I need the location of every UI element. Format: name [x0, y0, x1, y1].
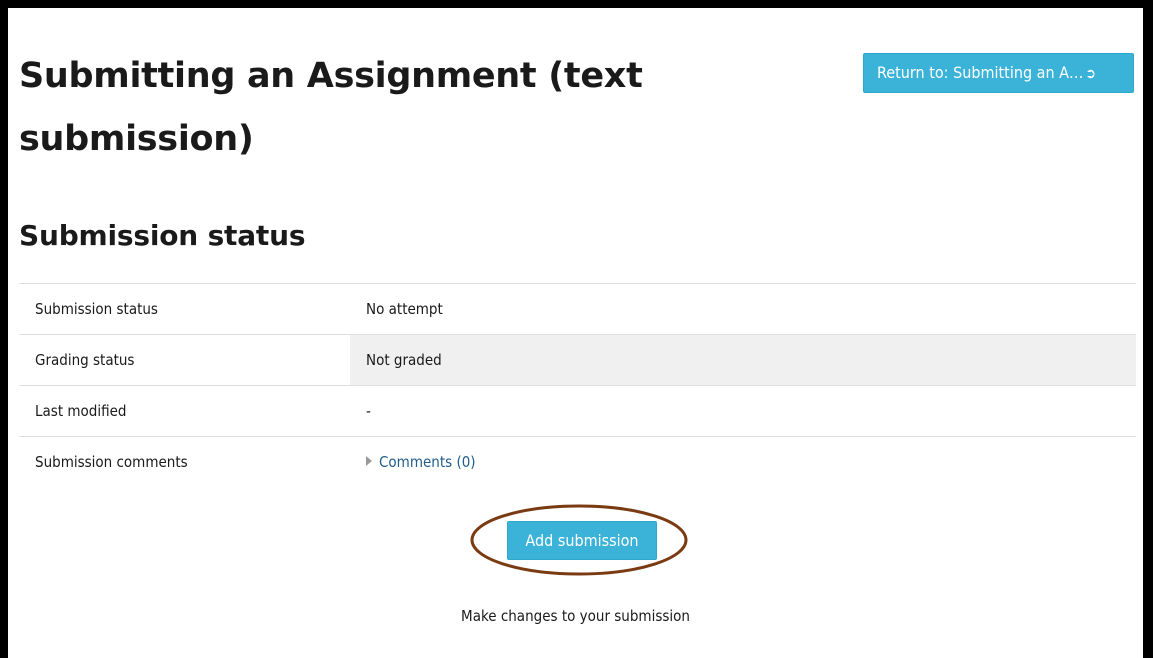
- row-label: Last modified: [19, 385, 350, 437]
- comments-link[interactable]: Comments (0): [379, 453, 476, 471]
- row-label: Submission status: [19, 283, 350, 335]
- add-submission-button[interactable]: Add submission: [507, 521, 657, 560]
- row-value: Not graded: [350, 334, 1136, 386]
- table-row: Grading status Not graded: [19, 334, 1136, 386]
- expand-triangle-icon: [366, 456, 372, 467]
- enter-icon: ➲: [1085, 66, 1096, 82]
- return-button[interactable]: Return to: Submitting an A… ➲: [863, 53, 1134, 93]
- row-label: Submission comments: [19, 436, 350, 488]
- row-value: -: [350, 385, 1136, 437]
- hint-text: Make changes to your submission: [461, 607, 690, 625]
- table-row: Submission status No attempt: [19, 283, 1136, 335]
- section-title: Submission status: [19, 219, 306, 252]
- page-title: Submitting an Assignment (text submissio…: [19, 56, 643, 159]
- return-button-label: Return to: Submitting an A…: [877, 63, 1084, 82]
- submission-status-table: Submission status No attempt Grading sta…: [19, 283, 1136, 488]
- row-value: No attempt: [350, 283, 1136, 335]
- comments-toggle[interactable]: Comments (0): [366, 453, 476, 471]
- table-row: Submission comments Comments (0): [19, 436, 1136, 488]
- page-frame: Submitting an Assignment (text submissio…: [8, 8, 1143, 658]
- row-label: Grading status: [19, 334, 350, 386]
- table-row: Last modified -: [19, 385, 1136, 437]
- row-value: Comments (0): [350, 436, 1136, 488]
